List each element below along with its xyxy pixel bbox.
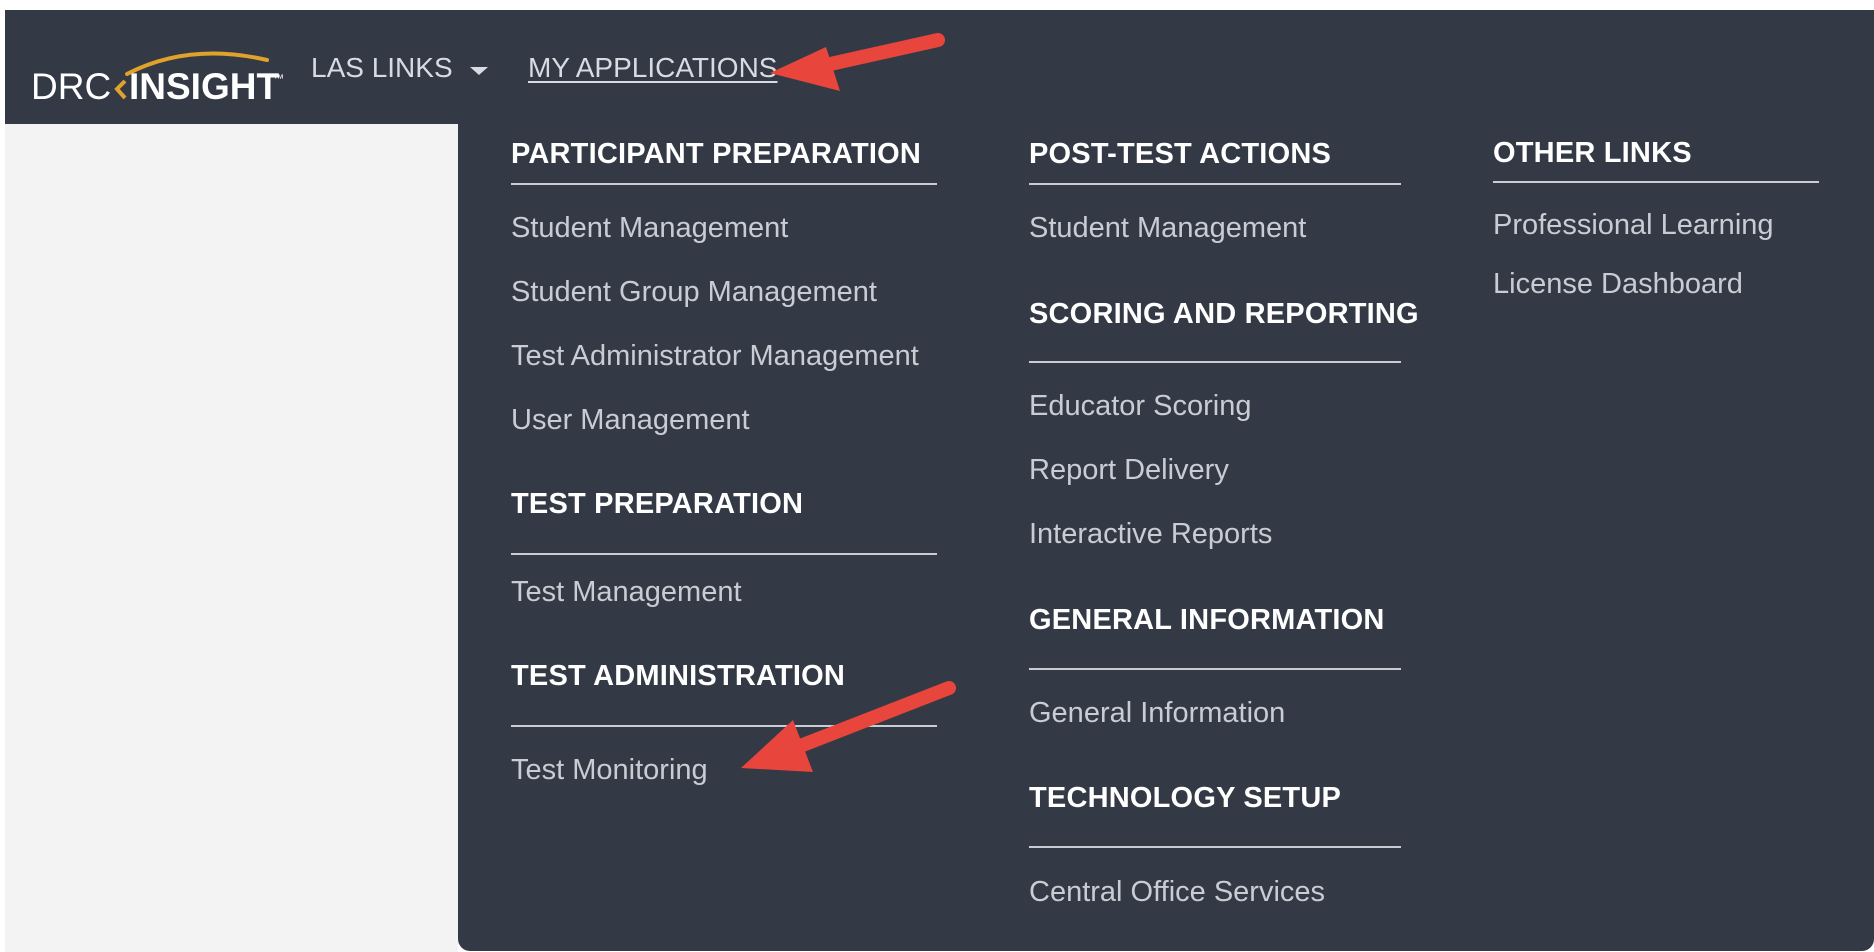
logo-trademark: ™ [273,73,284,85]
menu-link-student-group-management[interactable]: Student Group Management [511,276,877,309]
chevron-down-icon[interactable] [470,67,488,75]
section-divider [511,725,937,727]
drc-insight-logo-graphic: DRC INSIGHT ™ [31,51,284,107]
section-title-participant-preparation: PARTICIPANT PREPARATION [511,138,922,170]
section-divider [511,183,937,185]
section-title-other-links: OTHER LINKS [1493,137,1692,169]
menu-link-test-administrator-management[interactable]: Test Administrator Management [511,340,919,373]
nav-my-applications[interactable]: MY APPLICATIONS [528,52,777,84]
section-divider [1029,846,1401,848]
menu-link-general-information[interactable]: General Information [1029,697,1285,730]
section-title-scoring-and-reporting: SCORING AND REPORTING [1029,298,1419,330]
section-title-technology-setup: TECHNOLOGY SETUP [1029,782,1342,814]
section-divider [1029,668,1401,670]
logo-text-insight: INSIGHT [129,66,279,107]
section-title-test-administration: TEST ADMINISTRATION [511,660,846,692]
section-divider [1029,361,1401,363]
my-applications-dropdown: PARTICIPANT PREPARATION Student Manageme… [458,124,1874,951]
drc-insight-logo[interactable]: DRC INSIGHT ™ [29,48,289,108]
menu-link-test-monitoring[interactable]: Test Monitoring [511,754,708,787]
section-title-general-information: GENERAL INFORMATION [1029,604,1385,636]
top-navigation-bar: DRC INSIGHT ™ LAS LINKS MY APPLICATIONS [5,10,1874,124]
menu-link-report-delivery[interactable]: Report Delivery [1029,454,1229,487]
menu-link-license-dashboard[interactable]: License Dashboard [1493,268,1743,301]
section-divider [511,553,937,555]
menu-link-professional-learning[interactable]: Professional Learning [1493,209,1774,242]
section-title-test-preparation: TEST PREPARATION [511,488,804,520]
menu-link-user-management[interactable]: User Management [511,404,750,437]
menu-link-post-test-student-management[interactable]: Student Management [1029,212,1306,245]
menu-link-test-management[interactable]: Test Management [511,576,742,609]
section-divider [1029,183,1401,185]
menu-link-interactive-reports[interactable]: Interactive Reports [1029,518,1272,551]
section-title-post-test-actions: POST-TEST ACTIONS [1029,138,1332,170]
nav-las-links[interactable]: LAS LINKS [311,52,453,84]
menu-link-student-management[interactable]: Student Management [511,212,788,245]
menu-link-educator-scoring[interactable]: Educator Scoring [1029,390,1251,423]
logo-text-drc: DRC [31,66,111,107]
section-divider [1493,181,1819,183]
menu-link-central-office-services[interactable]: Central Office Services [1029,876,1325,909]
